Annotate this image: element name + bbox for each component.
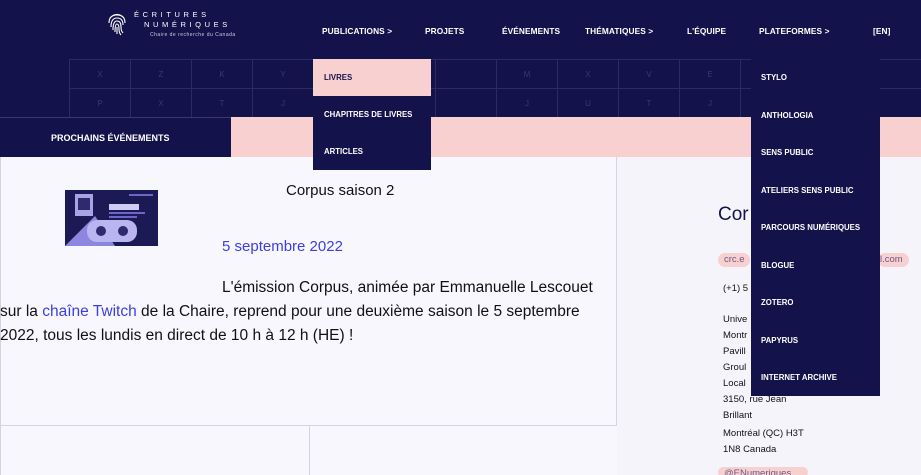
nav-projets[interactable]: PROJETS [425,26,464,36]
contact-phone: (+1) 5 [723,283,749,294]
address-line: Montréal (QC) H3T [723,428,804,439]
keyboard-key [435,59,496,88]
social-handle[interactable]: @ENumeriques [718,467,808,475]
keyboard-key: K [191,59,252,88]
platforms-dropdown: STYLO ANTHOLOGIA SENS PUBLIC ATELIERS SENS … [751,59,880,396]
publications-menu-item[interactable]: ARTICLES [313,133,431,170]
keyboard-key: P [69,88,130,117]
address-line: Local [723,378,746,389]
platforms-menu-item[interactable]: INTERNET ARCHIVE [761,373,837,382]
keyboard-key: X [69,59,130,88]
publications-menu-item[interactable]: LIVRES [313,59,431,96]
keyboard-key: T [191,88,252,117]
event-title[interactable]: Corpus saison 2 [286,182,394,199]
platforms-menu-item[interactable]: BLOGUE [761,261,794,270]
site-logo[interactable]: ÉCRITURES NUMÉRIQUES Chaire de recherche… [106,10,236,39]
keyboard-key [435,88,496,117]
events-header: PROCHAINS ÉVÉNEMENTS [0,117,231,157]
keyboard-key: X [557,59,618,88]
top-navigation: ÉCRITURES NUMÉRIQUES Chaire de recherche… [0,0,921,59]
email-pill-right[interactable]: l.com [878,253,909,267]
keyboard-key: J [252,88,313,117]
address-line: 1N8 Canada [723,444,777,455]
gamepad-icon [65,190,158,246]
platforms-menu-item[interactable]: ZOTERO [761,298,794,307]
email-pill-left[interactable]: crc.e [718,253,750,267]
event-description: L'émission Corpus, animée par Emmanuelle… [0,276,612,348]
platforms-menu-item[interactable]: PAPYRUS [761,336,798,345]
event-date: 5 septembre 2022 [222,238,343,255]
keyboard-key: J [679,88,740,117]
platforms-menu-item[interactable]: PARCOURS NUMÉRIQUES [761,223,860,232]
keyboard-key: J [496,88,557,117]
brand-subtitle: Chaire de recherche du Canada [150,32,236,38]
nav-equipe[interactable]: L'ÉQUIPE [687,26,726,36]
brand-line-2: NUMÉRIQUES [144,20,231,29]
address-line: Unive [723,314,748,325]
language-switch[interactable]: [EN] [873,26,890,36]
keyboard-key: T [618,88,679,117]
nav-plateformes[interactable]: PLATEFORMES > [759,26,830,36]
nav-thematiques[interactable]: THÉMATIQUES > [585,26,653,36]
address-line: Brillant [723,410,753,421]
publications-menu-item[interactable]: CHAPITRES DE LIVRES [313,96,431,133]
nav-evenements[interactable]: ÉVÉNEMENTS [502,26,560,36]
keyboard-key: U [557,88,618,117]
platforms-menu-item[interactable]: STYLO [761,73,787,82]
fingerprint-icon [108,13,126,36]
address-line: Groul [723,362,747,373]
platforms-menu-item[interactable]: ANTHOLOGIA [761,111,813,120]
address-line: Montr [723,330,748,341]
event-thumbnail[interactable] [65,190,158,246]
keyboard-key: E [679,59,740,88]
keyboard-key: V [618,59,679,88]
address-line: Pavill [723,346,746,357]
keyboard-key: Y [252,59,313,88]
contact-heading: Cor [718,204,749,225]
twitch-link[interactable]: chaîne Twitch [42,303,137,320]
keyboard-key: X [130,88,191,117]
keyboard-key: M [496,59,557,88]
nav-publications[interactable]: PUBLICATIONS > [322,26,392,36]
platforms-menu-item[interactable]: SENS PUBLIC [761,148,813,157]
keyboard-key: Z [130,59,191,88]
events-grid-bottom [0,425,617,475]
platforms-menu-item[interactable]: ATELIERS SENS PUBLIC [761,186,854,195]
publications-dropdown: LIVRES CHAPITRES DE LIVRES ARTICLES [313,59,431,170]
events-header-label: PROCHAINS ÉVÉNEMENTS [51,132,170,143]
brand-line-1: ÉCRITURES [134,10,210,19]
